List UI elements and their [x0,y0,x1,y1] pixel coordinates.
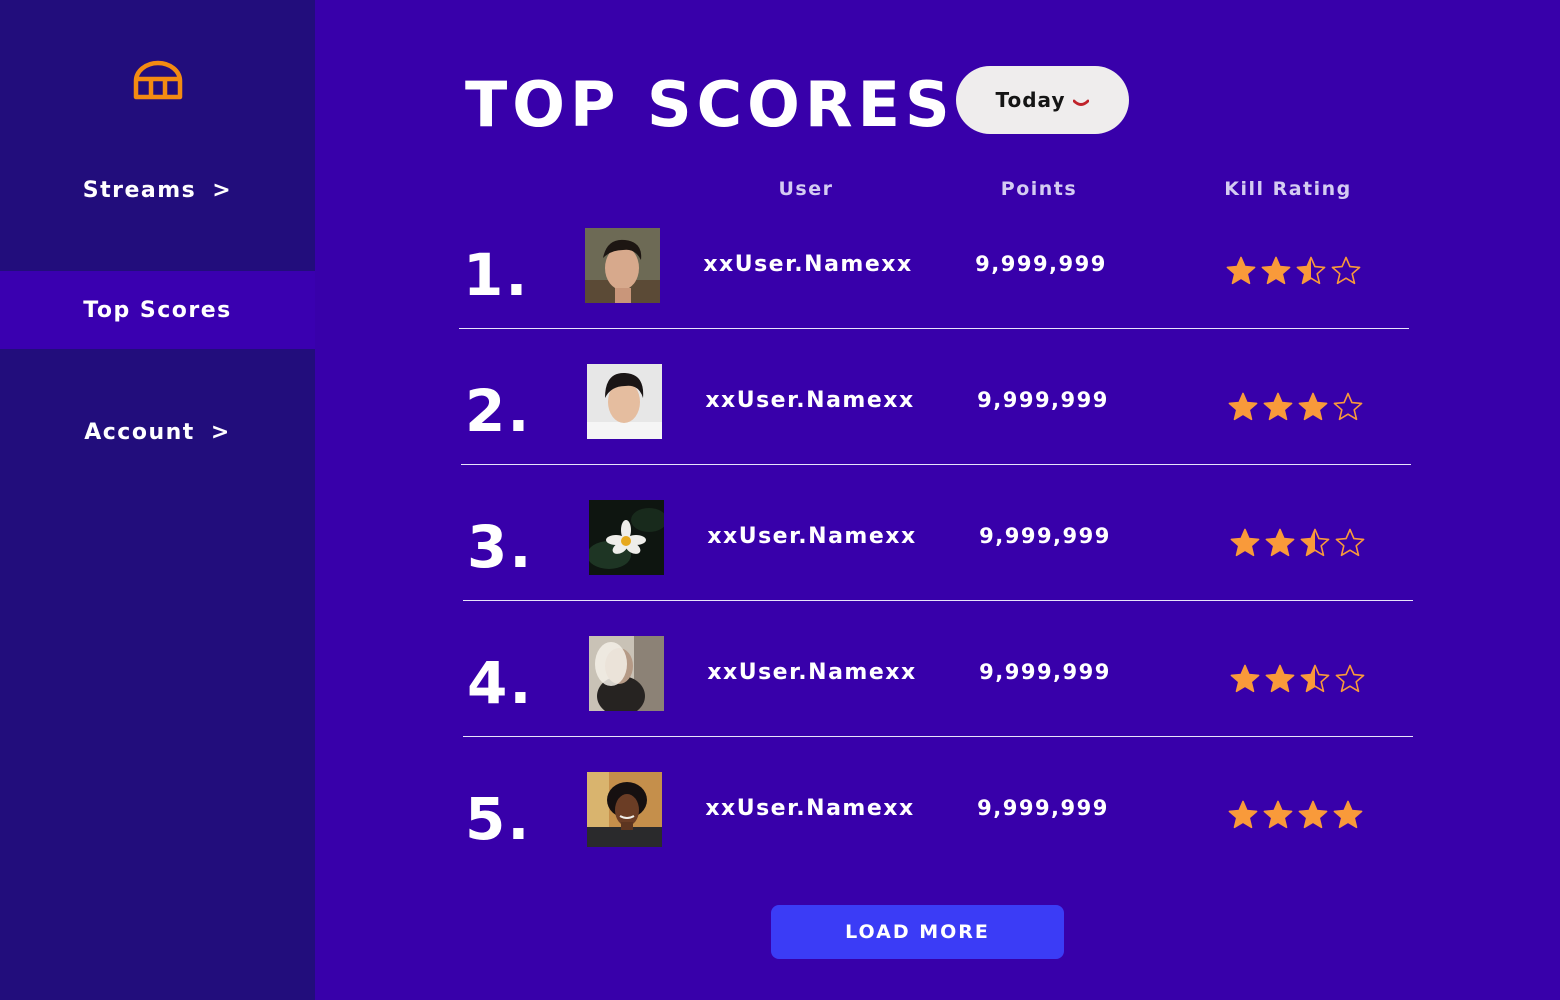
star-full-icon [1298,800,1328,829]
rank-number: 1. [463,241,530,309]
avatar[interactable] [589,636,664,711]
star-full-icon [1226,256,1256,285]
chevron-down-icon [1073,90,1090,114]
points-value: 9,999,999 [979,524,1111,548]
avatar[interactable] [587,364,662,439]
points-value: 9,999,999 [979,660,1111,684]
points-value: 9,999,999 [977,796,1109,820]
star-empty-icon [1335,664,1365,693]
column-header-kill-rating: Kill Rating [1224,178,1352,200]
star-full-icon [1228,800,1258,829]
period-filter-dropdown[interactable]: Today [956,66,1129,134]
avatar[interactable] [589,500,664,575]
row-divider [463,600,1413,601]
row-divider [461,464,1411,465]
star-full-icon [1265,528,1295,557]
row-divider [463,736,1413,737]
star-full-icon [1228,392,1258,421]
username[interactable]: xxUser.Namexx [703,252,913,277]
avatar[interactable] [587,772,662,847]
points-value: 9,999,999 [975,252,1107,276]
kill-rating-stars [1229,527,1366,559]
username[interactable]: xxUser.Namexx [707,524,917,549]
star-empty-icon [1333,392,1363,421]
star-half-icon [1296,256,1326,285]
kill-rating-stars [1227,799,1364,831]
star-empty-icon [1335,528,1365,557]
chevron-right-icon: > [212,177,233,203]
star-half-icon [1300,528,1330,557]
column-header-user: User [778,178,834,200]
table-row[interactable]: 1. xxUser.Namexx 9,999,999 [0,228,1560,364]
rank-number: 4. [467,649,534,717]
period-filter-value: Today [995,88,1066,112]
row-divider [459,328,1409,329]
username[interactable]: xxUser.Namexx [705,388,915,413]
table-row[interactable]: 5. xxUser.Namexx 9,999,999 [0,772,1560,908]
page-title: TOP SCORES [465,68,955,141]
kill-rating-stars [1229,663,1366,695]
table-row[interactable]: 4. xxUser.Namexx 9,999,999 [0,636,1560,772]
stadium-icon[interactable] [132,59,184,101]
star-full-icon [1298,392,1328,421]
star-half-icon [1300,664,1330,693]
rank-number: 5. [465,785,532,853]
sidebar-item-streams[interactable]: Streams > [0,164,315,216]
star-full-icon [1263,800,1293,829]
column-header-points: Points [1000,178,1078,200]
rank-number: 2. [465,377,532,445]
points-value: 9,999,999 [977,388,1109,412]
table-row[interactable]: 3. xxUser.Namexx 9,999,999 [0,500,1560,636]
rank-number: 3. [467,513,534,581]
star-full-icon [1333,800,1363,829]
app: Streams > Top Scores Account > TOP SCORE… [0,0,1560,1000]
username[interactable]: xxUser.Namexx [705,796,915,821]
star-full-icon [1265,664,1295,693]
table-row[interactable]: 2. xxUser.Namexx 9,999,999 [0,364,1560,500]
star-empty-icon [1331,256,1361,285]
kill-rating-stars [1227,391,1364,423]
star-full-icon [1263,392,1293,421]
star-full-icon [1230,528,1260,557]
star-full-icon [1230,664,1260,693]
sidebar-item-label: Streams [82,177,197,203]
load-more-button[interactable]: LOAD MORE [771,905,1064,959]
star-full-icon [1261,256,1291,285]
username[interactable]: xxUser.Namexx [707,660,917,685]
avatar[interactable] [585,228,660,303]
kill-rating-stars [1225,255,1362,287]
